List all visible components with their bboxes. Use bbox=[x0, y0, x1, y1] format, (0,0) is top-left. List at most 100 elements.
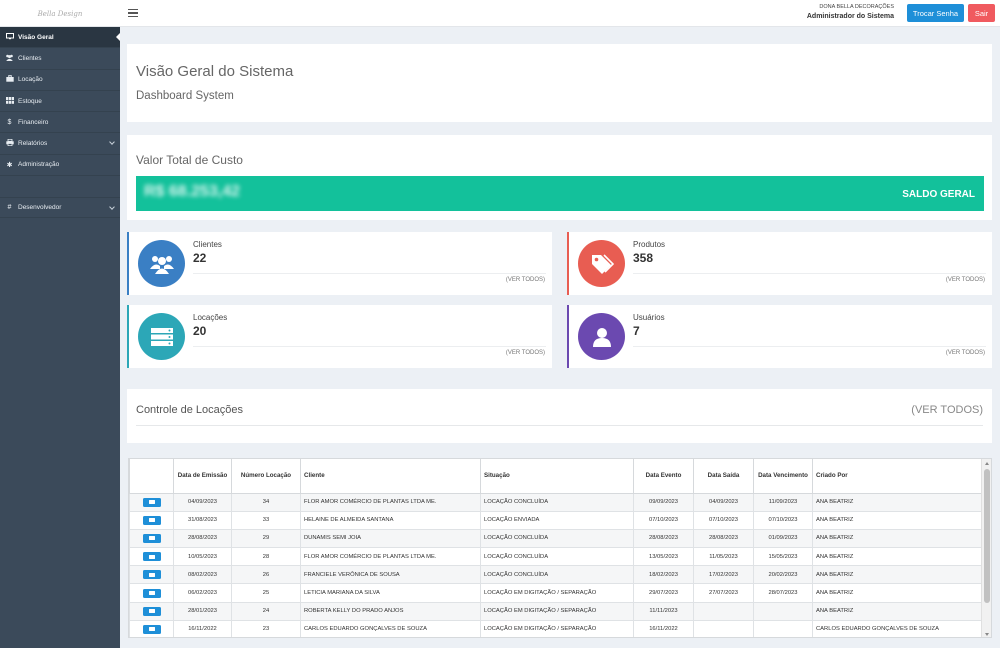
company-name: DONA BELLA DECORAÇÕES bbox=[819, 4, 894, 10]
table-row: 28/08/2023 29 DUNAMIS SEMI JOIA LOCAÇÃO … bbox=[129, 528, 983, 549]
table-row: 04/09/2023 34 FLOR AMOR COMÉRCIO DE PLAN… bbox=[129, 492, 983, 512]
card-title: Usuários bbox=[633, 313, 665, 322]
divider bbox=[633, 273, 986, 274]
sidebar-item-visao-geral[interactable]: Visão Geral bbox=[0, 27, 120, 49]
open-folder-button[interactable] bbox=[142, 515, 161, 525]
cell-cliente: DUNAMIS SEMI JOIA bbox=[300, 528, 481, 549]
cell-vencimento: 07/10/2023 bbox=[753, 510, 813, 530]
cell-cliente: FRANCIELE VERÔNICA DE SOUSA bbox=[300, 565, 481, 585]
page-title: Visão Geral do Sistema bbox=[136, 63, 294, 80]
sidebar-item-locacao[interactable]: Locação bbox=[0, 70, 120, 91]
sidebar-item-financeiro[interactable]: $ Financeiro bbox=[0, 112, 120, 134]
open-folder-button[interactable] bbox=[142, 624, 161, 634]
card-count: 7 bbox=[633, 324, 640, 338]
cell-evento: 29/07/2023 bbox=[633, 583, 694, 603]
cost-value: R$ 68.253,42 bbox=[144, 183, 241, 200]
sidebar-item-desenvolvedor[interactable]: # Desenvolvedor bbox=[0, 197, 120, 219]
ver-todos-locacoes-table-link[interactable]: (VER TODOS) bbox=[911, 404, 983, 416]
col-criado[interactable]: Criado Por bbox=[812, 459, 983, 494]
cell-saida: 11/05/2023 bbox=[693, 547, 754, 567]
sidebar-item-administracao[interactable]: ✱ Administração bbox=[0, 155, 120, 177]
saldo-bar: R$ 68.253,42 SALDO GERAL bbox=[136, 176, 984, 211]
cell-emissao: 10/05/2023 bbox=[173, 547, 232, 567]
cell-situacao: LOCAÇÃO CONCLUÍDA bbox=[480, 565, 634, 585]
col-cliente[interactable]: Cliente bbox=[300, 459, 481, 494]
cell-numero: 23 bbox=[231, 619, 301, 637]
card-locacoes: Locações 20 (VER TODOS) bbox=[127, 305, 552, 368]
chevron-down-icon bbox=[109, 139, 115, 146]
cell-numero: 26 bbox=[231, 565, 301, 585]
ver-todos-usuarios-link[interactable]: (VER TODOS) bbox=[946, 350, 985, 356]
col-numero[interactable]: Número Locação bbox=[231, 459, 301, 494]
cell-evento: 18/02/2023 bbox=[633, 565, 694, 585]
scroll-thumb[interactable] bbox=[984, 469, 990, 603]
cell-vencimento: 15/05/2023 bbox=[753, 547, 813, 567]
exit-button[interactable]: Sair bbox=[968, 4, 995, 22]
change-password-button[interactable]: Trocar Senha bbox=[907, 4, 964, 22]
sidebar-item-clientes[interactable]: Clientes bbox=[0, 48, 120, 70]
ver-todos-clientes-link[interactable]: (VER TODOS) bbox=[506, 277, 545, 283]
cell-criado: CARLOS EDUARDO GONÇALVES DE SOUZA bbox=[812, 619, 983, 637]
cost-label: Valor Total de Custo bbox=[136, 153, 243, 167]
open-folder-button[interactable] bbox=[142, 497, 161, 507]
cell-cliente: FLOR AMOR COMÉRCIO DE PLANTAS LTDA ME. bbox=[300, 492, 481, 512]
col-vencimento[interactable]: Data Vencimento bbox=[753, 459, 813, 494]
logo[interactable]: Bella Design bbox=[0, 0, 120, 27]
sidebar-item-relatorios[interactable]: Relatórios bbox=[0, 133, 120, 155]
open-folder-button[interactable] bbox=[142, 552, 161, 562]
menu-toggle-icon[interactable] bbox=[128, 7, 138, 19]
sidebar-item-label: Clientes bbox=[18, 54, 42, 62]
cell-emissao: 08/02/2023 bbox=[173, 565, 232, 585]
col-situacao[interactable]: Situação bbox=[480, 459, 634, 494]
cell-criado: ANA BEATRIZ bbox=[812, 565, 983, 585]
open-folder-button[interactable] bbox=[142, 588, 161, 598]
cell-numero: 24 bbox=[231, 601, 301, 621]
cell-numero: 33 bbox=[231, 510, 301, 530]
open-folder-button[interactable] bbox=[142, 606, 161, 616]
table-row: 28/01/2023 24 ROBERTA KELLY DO PRADO ANJ… bbox=[129, 601, 983, 621]
scroll-down-icon[interactable] bbox=[984, 633, 989, 636]
sidebar-item-label: Visão Geral bbox=[18, 33, 54, 41]
cell-vencimento bbox=[753, 619, 813, 637]
cell-saida bbox=[693, 619, 754, 637]
cell-emissao: 06/02/2023 bbox=[173, 583, 232, 603]
user-icon bbox=[578, 313, 625, 360]
card-title: Produtos bbox=[633, 240, 666, 249]
cell-vencimento bbox=[753, 601, 813, 621]
cell-saida: 04/09/2023 bbox=[693, 492, 754, 512]
sidebar-item-estoque[interactable]: Estoque bbox=[0, 91, 120, 113]
col-evento[interactable]: Data Evento bbox=[633, 459, 694, 494]
table-scrollbar[interactable] bbox=[981, 459, 991, 637]
tags-icon bbox=[578, 240, 625, 287]
control-title: Controle de Locações bbox=[136, 404, 244, 416]
ver-todos-produtos-link[interactable]: (VER TODOS) bbox=[946, 277, 985, 283]
open-folder-button[interactable] bbox=[142, 570, 161, 580]
cell-situacao: LOCAÇÃO EM DIGITAÇÃO / SEPARAÇÃO bbox=[480, 601, 634, 621]
col-saida[interactable]: Data Saída bbox=[693, 459, 754, 494]
cell-saida: 27/07/2023 bbox=[693, 583, 754, 603]
divider bbox=[633, 346, 986, 347]
cell-saida: 28/08/2023 bbox=[693, 528, 754, 549]
card-usuarios: Usuários 7 (VER TODOS) bbox=[567, 305, 992, 368]
server-icon bbox=[138, 313, 185, 360]
cell-criado: ANA BEATRIZ bbox=[812, 492, 983, 512]
card-title: Clientes bbox=[193, 240, 222, 249]
cell-vencimento: 01/09/2023 bbox=[753, 528, 813, 549]
cell-vencimento: 20/02/2023 bbox=[753, 565, 813, 585]
divider bbox=[193, 346, 546, 347]
table-row: 06/02/2023 25 LETICIA MARIANA DA SILVA L… bbox=[129, 583, 983, 603]
scroll-up-icon[interactable] bbox=[984, 462, 989, 465]
open-folder-button[interactable] bbox=[142, 533, 161, 543]
divider bbox=[136, 425, 983, 426]
col-emissao[interactable]: Data de Emissão bbox=[173, 459, 232, 494]
cell-cliente: LETICIA MARIANA DA SILVA bbox=[300, 583, 481, 603]
sidebar-item-label: Locação bbox=[18, 76, 43, 84]
card-produtos: Produtos 358 (VER TODOS) bbox=[567, 232, 992, 295]
cell-evento: 13/05/2023 bbox=[633, 547, 694, 567]
cell-criado: ANA BEATRIZ bbox=[812, 601, 983, 621]
ver-todos-locacoes-link[interactable]: (VER TODOS) bbox=[506, 350, 545, 356]
card-clientes: Clientes 22 (VER TODOS) bbox=[127, 232, 552, 295]
cell-criado: ANA BEATRIZ bbox=[812, 528, 983, 549]
cell-emissao: 31/08/2023 bbox=[173, 510, 232, 530]
